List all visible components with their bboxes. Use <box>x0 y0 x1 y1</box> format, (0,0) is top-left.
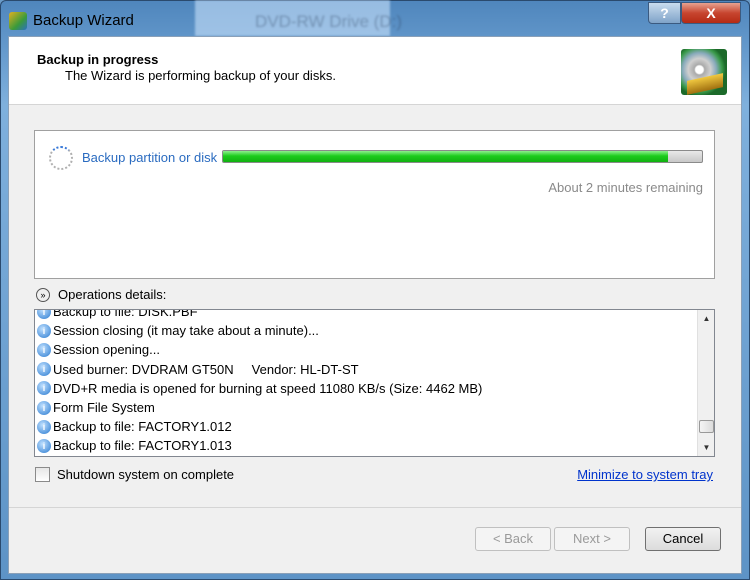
list-item-text: DVD+R media is opened for burning at spe… <box>53 380 483 396</box>
divider <box>9 507 741 508</box>
list-item-text: Session opening... <box>53 342 160 358</box>
list-item: i Backup to file: DISK.PBF <box>37 309 692 321</box>
scroll-down-arrow-icon[interactable]: ▼ <box>698 439 714 456</box>
operations-label: Operations details: <box>58 287 167 302</box>
list-item: i Backup to file: FACTORY1.012 <box>37 417 692 436</box>
list-item-text: Backup to file: FACTORY1.013 <box>53 438 232 454</box>
operations-list: i Backup to file: DISK.PBF i Session closin… <box>34 309 715 457</box>
progress-fill <box>223 151 669 162</box>
page-title: Backup in progress <box>37 52 159 67</box>
list-item-text: Session closing (it may take about a min… <box>53 323 319 339</box>
minimize-to-tray-link[interactable]: Minimize to system tray <box>577 467 713 482</box>
info-icon: i <box>37 400 51 415</box>
shutdown-label[interactable]: Shutdown system on complete <box>57 467 234 482</box>
cancel-button[interactable]: Cancel <box>645 527 721 551</box>
list-item: i Used burner: DVDRAM GT50N Vendor: HL-DT… <box>37 360 692 379</box>
list-item: i DVD+R media is opened for burning at sp… <box>37 379 692 398</box>
list-item: i Backup to file: FACTORY1.013 <box>37 436 692 455</box>
info-icon: i <box>37 342 51 357</box>
page-subtitle: The Wizard is performing backup of your … <box>65 68 336 83</box>
info-icon: i <box>37 362 51 377</box>
scroll-thumb[interactable] <box>699 420 714 433</box>
list-item-text: Used burner: DVDRAM GT50N Vendor: HL-DT-… <box>53 361 359 377</box>
progress-panel: Backup partition or disk About 2 minutes… <box>34 130 715 279</box>
info-icon: i <box>37 323 51 338</box>
help-button[interactable]: ? <box>648 2 681 24</box>
info-icon: i <box>37 310 51 319</box>
scroll-up-arrow-icon[interactable]: ▲ <box>698 310 714 327</box>
info-icon: i <box>37 419 51 434</box>
list-item-text: Backup to file: DISK.PBF <box>53 309 198 320</box>
chevron-double-down-icon[interactable]: » <box>36 288 50 302</box>
progress-bar <box>222 150 703 163</box>
window-title: Backup Wizard <box>33 12 134 29</box>
wizard-header: Backup in progress The Wizard is perform… <box>9 37 741 105</box>
backup-disc-icon <box>681 49 727 95</box>
spinner-icon <box>49 146 73 170</box>
shutdown-checkbox[interactable] <box>35 467 50 482</box>
app-icon <box>9 12 27 30</box>
list-item-text: Backup to file: FACTORY1.012 <box>53 419 232 435</box>
list-item: i Session opening... <box>37 340 692 359</box>
time-remaining: About 2 minutes remaining <box>548 180 703 195</box>
wizard-body: Backup in progress The Wizard is perform… <box>8 36 742 574</box>
info-icon: i <box>37 438 51 453</box>
list-item-text: Form File System <box>53 400 155 416</box>
background-window-title: DVD-RW Drive (D:) <box>255 12 403 31</box>
list-item: i Session closing (it may take about a mi… <box>37 321 692 340</box>
close-button[interactable]: X <box>681 2 741 24</box>
task-label: Backup partition or disk <box>82 150 218 165</box>
scrollbar[interactable]: ▲ ▼ <box>697 310 714 456</box>
info-icon: i <box>37 381 51 396</box>
next-button[interactable]: Next > <box>554 527 630 551</box>
list-item: i Form File System <box>37 398 692 417</box>
back-button[interactable]: < Back <box>475 527 551 551</box>
